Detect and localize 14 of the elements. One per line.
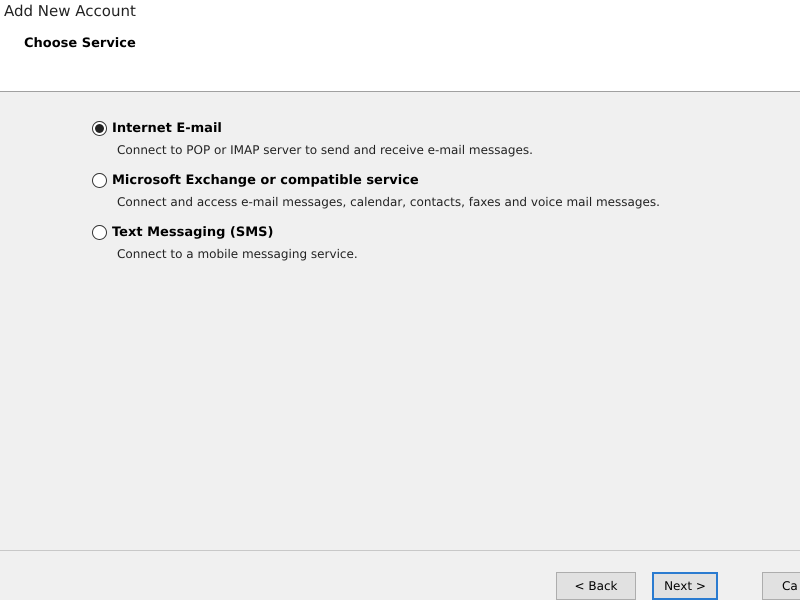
page-heading: Choose Service bbox=[24, 36, 136, 51]
cancel-button[interactable]: Ca bbox=[762, 572, 800, 600]
radio-button[interactable] bbox=[92, 172, 107, 188]
radio-button[interactable] bbox=[92, 224, 107, 240]
option-label[interactable]: Text Messaging (SMS) bbox=[112, 224, 274, 240]
option-description: Connect and access e-mail messages, calendar, contacts, faxes and voice mail messages. bbox=[117, 195, 661, 209]
next-button[interactable]: Next > bbox=[652, 572, 718, 600]
option-label[interactable]: Microsoft Exchange or compatible service bbox=[112, 172, 419, 188]
back-button[interactable]: < Back bbox=[556, 572, 636, 600]
option-description: Connect to a mobile messaging service. bbox=[117, 247, 359, 261]
option-description: Connect to POP or IMAP server to send and receive e-mail messages. bbox=[117, 143, 534, 157]
radio-button[interactable] bbox=[92, 120, 107, 136]
window-title: Add New Account bbox=[3, 1, 136, 20]
option-label[interactable]: Internet E-mail bbox=[112, 120, 222, 136]
